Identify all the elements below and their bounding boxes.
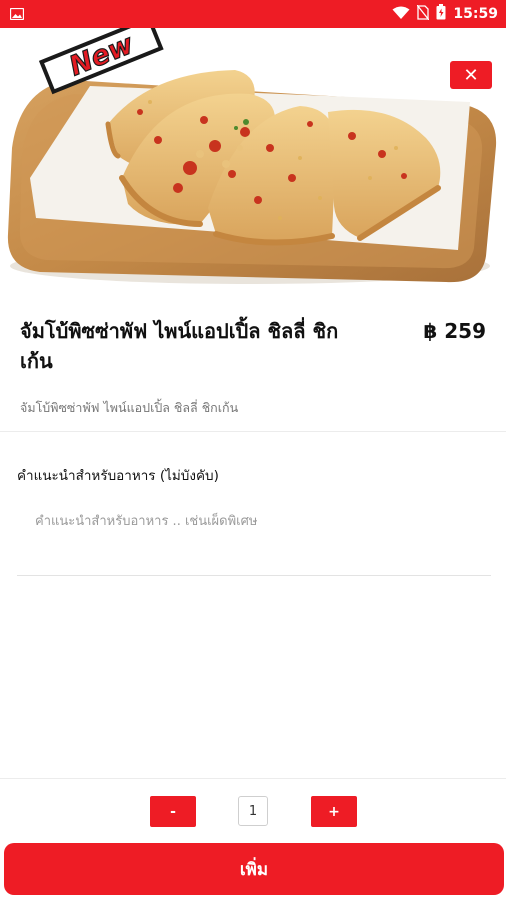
gallery-icon bbox=[9, 5, 25, 24]
status-bar: 15:59 bbox=[0, 0, 506, 28]
product-info: จัมโบ้พิซซ่าพัฟ ไพน์แอปเปิ้ล ชิลลี่ ชิกเ… bbox=[0, 290, 506, 430]
instruction-input[interactable] bbox=[17, 510, 491, 576]
close-button[interactable]: ✕ bbox=[450, 61, 492, 89]
quantity-stepper: - 1 + bbox=[0, 796, 506, 828]
add-button-label: เพิ่ม bbox=[239, 859, 269, 880]
product-price: ฿ 259 bbox=[423, 319, 486, 343]
product-detail-screen: 15:59 New ✕ จัมโบ้พิซซ่าพัฟ ไพน์แอปเปิ้ล… bbox=[0, 0, 506, 900]
wifi-icon bbox=[392, 5, 410, 24]
decrease-quantity-button[interactable]: - bbox=[150, 796, 196, 827]
no-sim-icon bbox=[416, 4, 430, 24]
increase-quantity-button[interactable]: + bbox=[311, 796, 357, 827]
instruction-section: คำแนะนำสำหรับอาหาร (ไม่บังคับ) bbox=[0, 432, 506, 578]
status-time: 15:59 bbox=[453, 6, 498, 22]
product-image: New ✕ bbox=[0, 28, 506, 290]
product-name: จัมโบ้พิซซ่าพัฟ ไพน์แอปเปิ้ล ชิลลี่ ชิกเ… bbox=[20, 319, 339, 373]
instruction-label: คำแนะนำสำหรับอาหาร (ไม่บังคับ) bbox=[17, 468, 219, 484]
add-to-cart-button[interactable]: เพิ่ม bbox=[4, 843, 504, 895]
quantity-value[interactable]: 1 bbox=[238, 796, 268, 826]
product-description: จัมโบ้พิซซ่าพัฟ ไพน์แอปเปิ้ล ชิลลี่ ชิกเ… bbox=[20, 400, 239, 415]
close-icon: ✕ bbox=[463, 64, 479, 86]
battery-icon bbox=[436, 4, 446, 24]
divider bbox=[0, 778, 506, 779]
